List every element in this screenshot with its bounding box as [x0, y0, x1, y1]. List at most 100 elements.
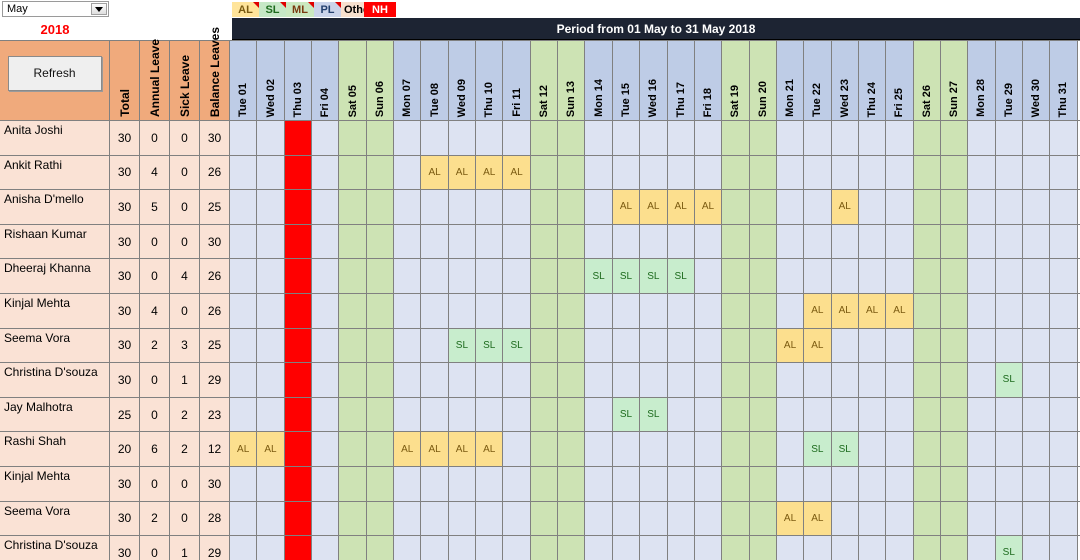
day-cell[interactable]: AL	[394, 432, 422, 466]
day-cell[interactable]	[694, 466, 723, 501]
day-cell[interactable]	[667, 121, 695, 155]
day-cell[interactable]	[776, 432, 805, 466]
day-cell[interactable]	[257, 224, 285, 259]
day-cell[interactable]	[421, 224, 449, 259]
day-cell[interactable]	[257, 155, 285, 190]
day-cell[interactable]	[558, 190, 586, 224]
day-cell[interactable]	[503, 224, 531, 259]
day-cell[interactable]: SL	[667, 259, 695, 293]
day-cell[interactable]	[503, 259, 531, 293]
day-cell[interactable]	[530, 501, 559, 536]
day-cell[interactable]: AL	[257, 432, 285, 466]
day-cell[interactable]	[722, 121, 750, 155]
day-cell[interactable]	[995, 432, 1023, 466]
day-cell[interactable]	[585, 363, 613, 397]
day-cell[interactable]	[394, 501, 422, 536]
day-cell[interactable]	[585, 397, 613, 432]
day-cell[interactable]	[1050, 293, 1078, 328]
day-cell[interactable]	[968, 121, 996, 155]
day-cell[interactable]	[858, 328, 887, 363]
day-cell[interactable]	[612, 501, 641, 536]
day-cell[interactable]: AL	[804, 501, 832, 536]
day-cell[interactable]	[831, 466, 859, 501]
day-cell[interactable]	[1050, 466, 1078, 501]
day-cell[interactable]: SL	[995, 536, 1023, 560]
day-cell[interactable]	[558, 501, 586, 536]
month-select[interactable]: May	[2, 1, 109, 17]
day-cell[interactable]	[585, 536, 613, 560]
day-cell[interactable]	[995, 397, 1023, 432]
day-cell[interactable]	[913, 259, 941, 293]
day-cell[interactable]	[284, 397, 313, 432]
day-cell[interactable]	[831, 121, 859, 155]
day-cell[interactable]	[667, 536, 695, 560]
day-cell[interactable]	[694, 501, 723, 536]
day-cell[interactable]	[913, 397, 941, 432]
day-cell[interactable]	[776, 363, 805, 397]
day-cell[interactable]	[640, 536, 668, 560]
day-cell[interactable]	[394, 224, 422, 259]
day-cell[interactable]	[585, 466, 613, 501]
day-cell[interactable]	[476, 536, 504, 560]
day-cell[interactable]	[503, 501, 531, 536]
day-cell[interactable]: AL	[421, 432, 449, 466]
day-cell[interactable]	[421, 121, 449, 155]
day-cell[interactable]	[394, 293, 422, 328]
day-cell[interactable]	[776, 397, 805, 432]
day-cell[interactable]	[257, 501, 285, 536]
day-cell[interactable]	[640, 363, 668, 397]
day-cell[interactable]	[913, 432, 941, 466]
day-cell[interactable]	[421, 397, 449, 432]
day-cell[interactable]	[831, 224, 859, 259]
day-cell[interactable]	[257, 121, 285, 155]
day-cell[interactable]	[640, 501, 668, 536]
day-cell[interactable]	[995, 259, 1023, 293]
day-cell[interactable]	[339, 328, 367, 363]
day-cell[interactable]	[257, 190, 285, 224]
day-cell[interactable]	[722, 190, 750, 224]
day-cell[interactable]	[804, 466, 832, 501]
day-cell[interactable]: AL	[448, 432, 477, 466]
day-cell[interactable]	[694, 363, 723, 397]
day-cell[interactable]	[312, 536, 340, 560]
day-cell[interactable]	[831, 536, 859, 560]
day-cell[interactable]	[503, 363, 531, 397]
day-cell[interactable]	[995, 190, 1023, 224]
day-cell[interactable]	[995, 155, 1023, 190]
day-cell[interactable]	[476, 466, 504, 501]
day-cell[interactable]: AL	[776, 328, 805, 363]
day-cell[interactable]	[749, 121, 777, 155]
day-cell[interactable]: AL	[858, 293, 887, 328]
day-cell[interactable]	[913, 190, 941, 224]
day-cell[interactable]	[640, 224, 668, 259]
day-cell[interactable]	[612, 363, 641, 397]
day-cell[interactable]	[448, 466, 477, 501]
day-cell[interactable]	[886, 432, 914, 466]
day-cell[interactable]: AL	[804, 293, 832, 328]
day-cell[interactable]: AL	[230, 432, 258, 466]
day-cell[interactable]	[339, 466, 367, 501]
day-cell[interactable]	[722, 328, 750, 363]
day-cell[interactable]	[530, 466, 559, 501]
day-cell[interactable]	[886, 224, 914, 259]
day-cell[interactable]	[339, 190, 367, 224]
chevron-down-icon[interactable]	[91, 3, 107, 15]
day-cell[interactable]	[612, 432, 641, 466]
day-cell[interactable]	[722, 293, 750, 328]
day-cell[interactable]	[230, 466, 258, 501]
day-cell[interactable]	[339, 259, 367, 293]
day-cell[interactable]	[312, 224, 340, 259]
day-cell[interactable]	[530, 432, 559, 466]
day-cell[interactable]	[1022, 432, 1051, 466]
day-cell[interactable]	[558, 121, 586, 155]
day-cell[interactable]	[913, 536, 941, 560]
day-cell[interactable]	[230, 536, 258, 560]
day-cell[interactable]	[394, 536, 422, 560]
day-cell[interactable]	[448, 536, 477, 560]
day-cell[interactable]: AL	[476, 155, 504, 190]
day-cell[interactable]	[530, 363, 559, 397]
day-cell[interactable]	[421, 501, 449, 536]
day-cell[interactable]	[448, 224, 477, 259]
day-cell[interactable]	[722, 363, 750, 397]
day-cell[interactable]	[995, 466, 1023, 501]
